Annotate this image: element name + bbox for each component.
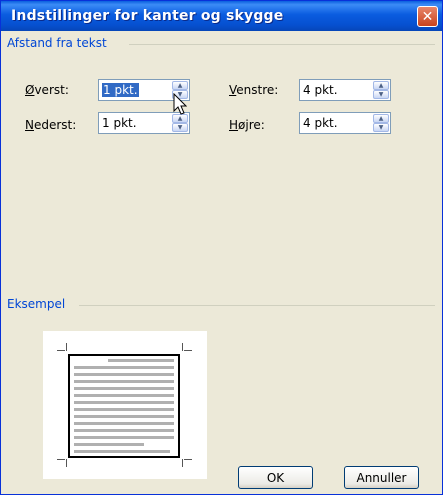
dialog-window: Indstillinger for kanter og skygge ✕ Afs… bbox=[0, 0, 443, 495]
crop-mark bbox=[184, 350, 192, 351]
left-value[interactable]: 4 pkt. bbox=[303, 83, 338, 97]
right-value[interactable]: 4 pkt. bbox=[303, 116, 338, 130]
right-up-button[interactable]: ▲ bbox=[373, 114, 389, 123]
chevron-down-icon: ▼ bbox=[177, 123, 183, 131]
text-line bbox=[74, 436, 174, 439]
left-down-button[interactable]: ▼ bbox=[373, 90, 389, 99]
text-line bbox=[74, 366, 174, 369]
crop-mark bbox=[182, 459, 183, 467]
dialog-title: Indstillinger for kanter og skygge bbox=[11, 8, 284, 24]
preview-page bbox=[68, 354, 180, 458]
chevron-up-icon: ▲ bbox=[378, 81, 384, 89]
text-line bbox=[74, 450, 170, 453]
bottom-down-button[interactable]: ▼ bbox=[172, 123, 188, 132]
text-line bbox=[74, 422, 174, 425]
crop-mark bbox=[66, 343, 67, 351]
close-icon: ✕ bbox=[421, 8, 434, 25]
crop-mark bbox=[66, 459, 67, 467]
close-button[interactable]: ✕ bbox=[417, 6, 438, 27]
distance-group-divider bbox=[129, 44, 435, 45]
right-spinner[interactable]: 4 pkt. ▲ ▼ bbox=[299, 112, 391, 134]
left-up-button[interactable]: ▲ bbox=[373, 81, 389, 90]
chevron-down-icon: ▼ bbox=[378, 90, 384, 98]
ok-button[interactable]: OK bbox=[238, 466, 313, 489]
bottom-value[interactable]: 1 pkt. bbox=[102, 116, 137, 130]
distance-group-label: Afstand fra tekst bbox=[7, 36, 107, 50]
right-label: Højre: bbox=[229, 118, 265, 132]
cancel-button[interactable]: Annuller bbox=[344, 466, 419, 489]
text-line bbox=[74, 380, 174, 383]
text-line bbox=[74, 387, 174, 390]
arrow-cursor-icon bbox=[173, 93, 187, 115]
preview-group-label: Eksempel bbox=[7, 297, 66, 311]
text-line bbox=[74, 394, 174, 397]
crop-mark bbox=[57, 350, 65, 351]
left-spinner[interactable]: 4 pkt. ▲ ▼ bbox=[299, 79, 391, 101]
text-line bbox=[74, 401, 174, 404]
preview-panel bbox=[43, 331, 207, 479]
text-line bbox=[74, 373, 174, 376]
title-bar[interactable]: Indstillinger for kanter og skygge ✕ bbox=[1, 1, 442, 31]
crop-mark bbox=[184, 459, 192, 460]
text-line bbox=[108, 359, 174, 362]
text-line bbox=[74, 415, 174, 418]
chevron-down-icon: ▼ bbox=[378, 123, 384, 131]
text-line bbox=[74, 443, 144, 446]
bottom-label: Nederst: bbox=[25, 118, 77, 132]
top-value[interactable]: 1 pkt. bbox=[102, 83, 139, 97]
right-down-button[interactable]: ▼ bbox=[373, 123, 389, 132]
chevron-up-icon: ▲ bbox=[177, 81, 183, 89]
preview-group-divider bbox=[79, 305, 435, 306]
text-line bbox=[74, 429, 174, 432]
left-label: Venstre: bbox=[229, 83, 279, 97]
crop-mark bbox=[57, 459, 65, 460]
top-up-button[interactable]: ▲ bbox=[172, 81, 188, 90]
text-line bbox=[74, 408, 174, 411]
crop-mark bbox=[182, 343, 183, 351]
top-label: Øverst: bbox=[25, 83, 69, 97]
chevron-up-icon: ▲ bbox=[378, 114, 384, 122]
